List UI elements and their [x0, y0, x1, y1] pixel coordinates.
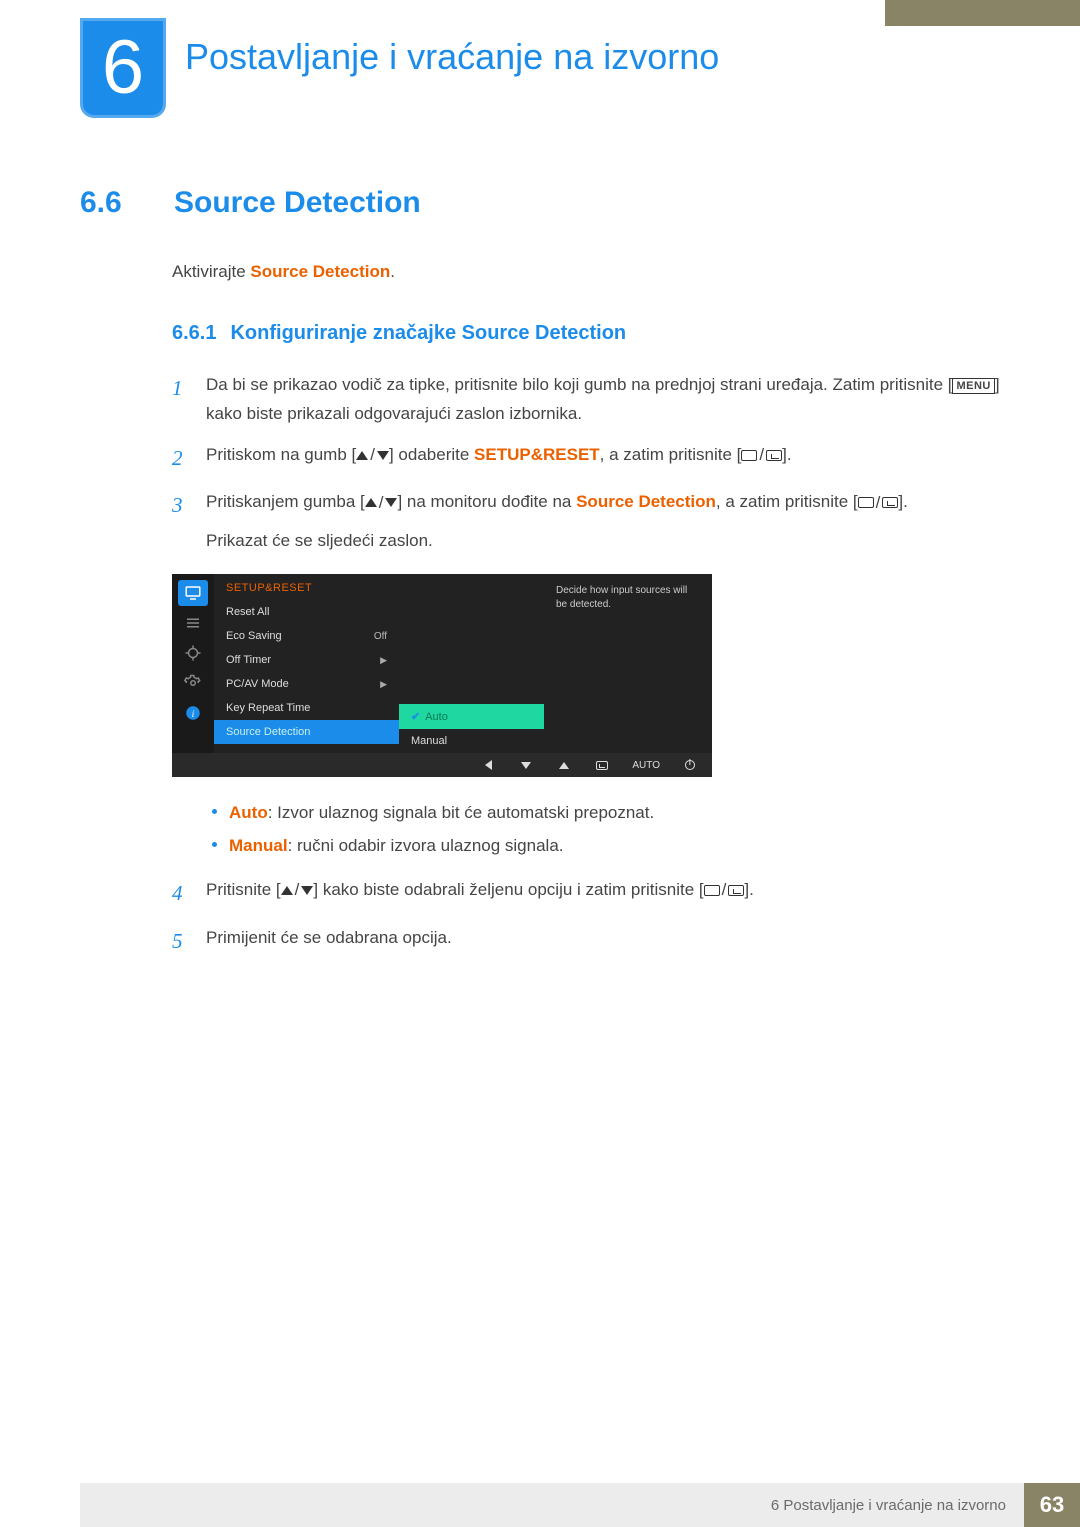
enter-icon	[594, 761, 610, 770]
footer-chapter-ref: 6 Postavljanje i vraćanje na izvorno	[80, 1483, 1024, 1527]
info-icon: i	[178, 700, 208, 726]
step-4-text-b: ] kako biste odabrali željenu opciju i z…	[313, 880, 703, 899]
osd-options: ✔Auto Manual	[399, 574, 544, 753]
list-icon	[178, 610, 208, 636]
left-icon	[480, 760, 496, 770]
subsection-number: 6.6.1	[172, 322, 216, 344]
osd-menu: SETUP&RESET Reset All Eco SavingOff Off …	[214, 574, 399, 753]
setup-reset-term: SETUP&RESET	[474, 445, 600, 464]
step-number: 3	[172, 488, 190, 556]
subsection-title: Konfiguriranje značajke Source Detection	[230, 322, 626, 344]
intro-suffix: .	[390, 262, 395, 281]
step-1: 1 Da bi se prikazao vodič za tipke, prit…	[172, 371, 1000, 429]
step-5: 5 Primijenit će se odabrana opcija.	[172, 924, 1000, 960]
page-content: 6.6 Source Detection Aktivirajte Source …	[80, 186, 1000, 971]
bullet-dot-icon	[212, 842, 217, 847]
step-3-text-d: ].	[898, 492, 907, 511]
step-3-line2: Prikazat će se sljedeći zaslon.	[206, 527, 1000, 556]
manual-text: : ručni odabir izvora ulaznog signala.	[288, 836, 564, 855]
step-number: 5	[172, 924, 190, 960]
chapter-title: Postavljanje i vraćanje na izvorno	[185, 36, 719, 78]
intro-term: Source Detection	[250, 262, 390, 281]
step-2: 2 Pritiskom na gumb [ / ] odaberite SETU…	[172, 441, 1000, 477]
step-2-text-c: , a zatim pritisnite [	[600, 445, 742, 464]
down-icon	[518, 762, 534, 769]
osd-screenshot: i SETUP&RESET Reset All Eco SavingOff Of…	[172, 574, 712, 777]
osd-menu-title: SETUP&RESET	[214, 574, 399, 600]
page-footer: 6 Postavljanje i vraćanje na izvorno 63	[0, 1483, 1080, 1527]
step-4: 4 Pritisnite [ / ] kako biste odabrali ž…	[172, 876, 1000, 912]
osd-footer-auto: AUTO	[632, 760, 660, 771]
section-title: Source Detection	[174, 186, 421, 220]
select-enter-icon: /	[741, 441, 782, 470]
select-enter-icon: /	[858, 489, 899, 518]
osd-item-reset: Reset All	[214, 600, 399, 624]
step-3-text-b: ] na monitoru dođite na	[397, 492, 576, 511]
step-5-text: Primijenit će se odabrana opcija.	[206, 924, 1000, 960]
select-enter-icon: /	[704, 876, 745, 905]
step-number: 4	[172, 876, 190, 912]
chapter-number-badge: 6	[80, 18, 166, 118]
osd-option-manual: Manual	[399, 729, 544, 753]
power-icon	[682, 760, 698, 770]
step-number: 2	[172, 441, 190, 477]
osd-item-keyrepeat: Key Repeat Time	[214, 696, 399, 720]
osd-item-offtimer: Off Timer▶	[214, 648, 399, 672]
bullet-auto: Auto: Izvor ulaznog signala bit će autom…	[212, 797, 1000, 829]
page-number: 63	[1024, 1483, 1080, 1527]
top-accent-bar	[885, 0, 1080, 26]
section-number: 6.6	[80, 186, 150, 220]
intro-prefix: Aktivirajte	[172, 262, 250, 281]
up-down-icon: /	[281, 876, 314, 905]
gear-icon	[178, 670, 208, 696]
osd-item-eco: Eco SavingOff	[214, 624, 399, 648]
step-3-text-a: Pritiskanjem gumba [	[206, 492, 365, 511]
up-down-icon: /	[365, 489, 398, 518]
intro-text: Aktivirajte Source Detection.	[172, 262, 1000, 282]
osd-item-sourcedet: Source Detection	[214, 720, 399, 744]
osd-sidebar: i	[172, 574, 214, 753]
step-4-text-c: ].	[744, 880, 753, 899]
step-3-text-c: , a zatim pritisnite [	[716, 492, 858, 511]
monitor-icon	[178, 580, 208, 606]
menu-button-label: MENU	[952, 378, 994, 394]
target-icon	[178, 640, 208, 666]
step-number: 1	[172, 371, 190, 429]
osd-option-auto: ✔Auto	[399, 704, 544, 729]
osd-info-text: Decide how input sources will be detecte…	[544, 574, 712, 753]
subsection-heading: 6.6.1 Konfiguriranje značajke Source Dete…	[172, 322, 1000, 345]
option-descriptions: Auto: Izvor ulaznog signala bit će autom…	[212, 797, 1000, 862]
osd-footer: AUTO	[172, 753, 712, 777]
osd-item-pcav: PC/AV Mode▶	[214, 672, 399, 696]
up-down-icon: /	[356, 441, 389, 470]
manual-term: Manual	[229, 836, 288, 855]
auto-term: Auto	[229, 803, 268, 822]
bullet-manual: Manual: ručni odabir izvora ulaznog sign…	[212, 830, 1000, 862]
auto-text: : Izvor ulaznog signala bit će automatsk…	[268, 803, 655, 822]
svg-text:i: i	[192, 709, 195, 720]
up-icon	[556, 762, 572, 769]
step-2-text-b: ] odaberite	[389, 445, 474, 464]
step-3: 3 Pritiskanjem gumba [ / ] na monitoru d…	[172, 488, 1000, 556]
step-2-text-a: Pritiskom na gumb [	[206, 445, 356, 464]
step-1-text-a: Da bi se prikazao vodič za tipke, pritis…	[206, 375, 952, 394]
step-4-text-a: Pritisnite [	[206, 880, 281, 899]
bullet-dot-icon	[212, 809, 217, 814]
source-detection-term: Source Detection	[576, 492, 716, 511]
step-2-text-d: ].	[782, 445, 791, 464]
